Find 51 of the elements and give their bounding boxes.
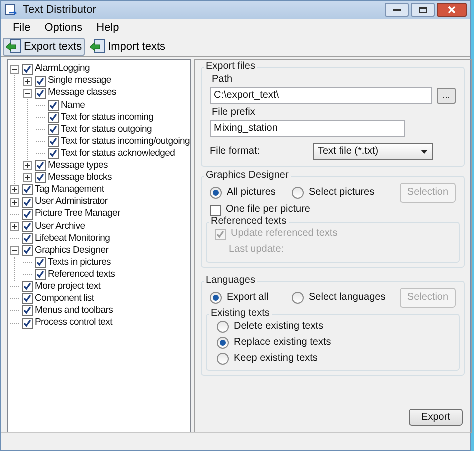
tree-item[interactable]: Message blocks <box>48 173 112 183</box>
tree-item[interactable]: Message types <box>48 161 108 171</box>
checkbox-label: Update referenced texts <box>230 228 338 240</box>
toolbar-button[interactable]: Import texts <box>87 38 169 56</box>
menu-item[interactable]: File <box>13 22 31 34</box>
radio-label: Delete existing texts <box>234 321 324 333</box>
group-title: Export files <box>204 61 256 73</box>
menu-item[interactable]: Help <box>96 22 120 34</box>
toolbar-button[interactable]: Export texts <box>3 38 86 56</box>
format-dropdown[interactable]: Text file (*.txt) <box>312 143 433 160</box>
tree-item[interactable]: Text for status incoming <box>61 112 154 122</box>
tree-item[interactable]: User Administrator <box>35 197 108 207</box>
field-label: File prefix <box>212 107 256 119</box>
radio-label: Select languages <box>308 292 386 304</box>
window-title: Text Distributor <box>23 4 96 16</box>
field-label: Path <box>212 74 234 86</box>
tree-item[interactable]: User Archive <box>35 222 86 232</box>
tree-item[interactable]: Tag Management <box>35 185 104 195</box>
group-title: Languages <box>204 275 256 287</box>
tree-item[interactable]: Name <box>61 100 86 110</box>
menu-item[interactable]: Options <box>44 22 83 34</box>
last-update-label: Last update: <box>228 244 286 256</box>
tree-item[interactable]: AlarmLogging <box>35 64 90 74</box>
radio-label: Export all <box>226 292 269 304</box>
tree-item[interactable]: More project text <box>35 282 101 292</box>
tree-item[interactable]: Message classes <box>48 88 116 98</box>
browse-button[interactable]: ... <box>436 88 456 104</box>
tree-item[interactable]: Graphics Designer <box>35 246 109 256</box>
path-field[interactable]: C:\export_text\ <box>210 87 432 104</box>
tree-item[interactable]: Single message <box>48 76 112 86</box>
group-title: Existing texts <box>210 308 271 320</box>
radio-label: Keep existing texts <box>234 353 318 365</box>
checkbox-label: One file per picture <box>226 204 310 216</box>
tree-item[interactable]: Picture Tree Manager <box>35 209 120 219</box>
field-label: File format: <box>210 146 261 158</box>
tree-item[interactable]: Text for status incoming/outgoing <box>61 136 190 146</box>
export-button[interactable]: Export <box>408 409 463 426</box>
tree-item[interactable]: Menus and toolbars <box>35 306 114 316</box>
group-title: Graphics Designer <box>204 170 290 182</box>
tree-item[interactable]: Text for status acknowledged <box>61 148 176 158</box>
tree-item[interactable]: Text for status outgoing <box>61 124 152 134</box>
tree-item[interactable]: Process control text <box>35 318 112 328</box>
tree-item[interactable]: Referenced texts <box>48 270 116 280</box>
group-title: Referenced texts <box>210 216 288 228</box>
radio-label: Select pictures <box>308 187 375 199</box>
prefix-field[interactable]: Mixing_station <box>210 120 405 137</box>
tree-item[interactable]: Component list <box>35 294 94 304</box>
radio-label: All pictures <box>226 187 276 199</box>
tree-item[interactable]: Lifebeat Monitoring <box>35 234 110 244</box>
radio-label: Replace existing texts <box>234 337 332 349</box>
tree-item[interactable]: Texts in pictures <box>48 258 112 268</box>
